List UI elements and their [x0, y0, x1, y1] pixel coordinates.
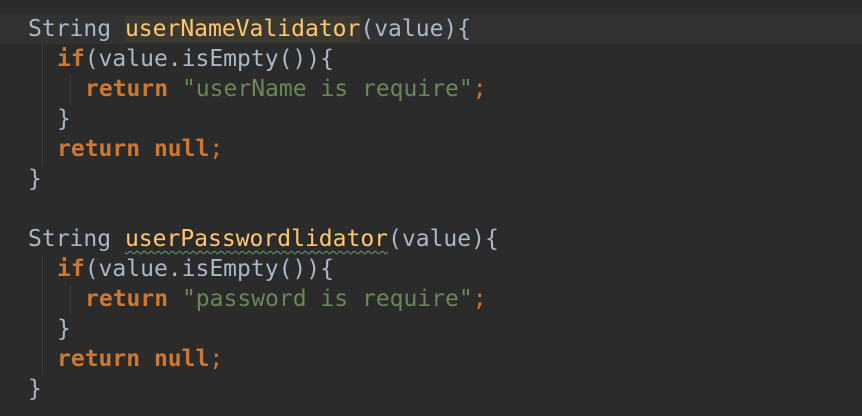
keyword-if: if [57, 256, 85, 282]
brace-token: } [57, 106, 71, 132]
semicolon: ; [209, 136, 224, 162]
type-token: String [28, 16, 125, 42]
brace-token: } [57, 316, 71, 342]
code-line[interactable]: if(value.isEmpty()){ [0, 44, 862, 74]
code-line[interactable]: } [0, 314, 862, 344]
string-literal: "password is require" [181, 286, 473, 312]
semicolon: ; [209, 346, 224, 372]
keyword-null: null [153, 136, 210, 162]
code-editor[interactable]: String userNameValidator(value){ if(valu… [0, 0, 862, 416]
code-line[interactable]: return "password is require"; [0, 284, 862, 314]
condition-token: (value.isEmpty()){ [84, 256, 334, 282]
brace-token: } [28, 166, 42, 192]
code-line[interactable]: return null; [0, 134, 862, 164]
type-token: String [28, 226, 125, 252]
code-line[interactable]: return null; [0, 344, 862, 374]
keyword-return: return [85, 76, 169, 102]
code-line[interactable]: } [0, 164, 862, 194]
code-line[interactable]: } [0, 104, 862, 134]
code-line[interactable]: String userNameValidator(value){ [0, 14, 862, 44]
keyword-if: if [57, 46, 85, 72]
string-literal: "userName is require" [181, 76, 473, 102]
code-line[interactable]: String userPasswordlidator(value){ [0, 224, 862, 254]
code-line[interactable] [0, 194, 862, 224]
code-line[interactable]: if(value.isEmpty()){ [0, 254, 862, 284]
params-token: (value){ [360, 16, 472, 42]
keyword-return: return [57, 346, 141, 372]
keyword-return: return [57, 136, 141, 162]
function-name[interactable]: userNameValidator [124, 16, 361, 42]
condition-token: (value.isEmpty()){ [84, 46, 334, 72]
code-line[interactable]: return "userName is require"; [0, 74, 862, 104]
keyword-null: null [153, 346, 210, 372]
semicolon: ; [472, 286, 487, 312]
keyword-return: return [85, 286, 169, 312]
params-token: (value){ [388, 226, 499, 252]
brace-token: } [28, 376, 42, 402]
code-line[interactable]: } [0, 374, 862, 404]
semicolon: ; [472, 76, 487, 102]
function-name[interactable]: userPasswordlidator [125, 226, 388, 252]
